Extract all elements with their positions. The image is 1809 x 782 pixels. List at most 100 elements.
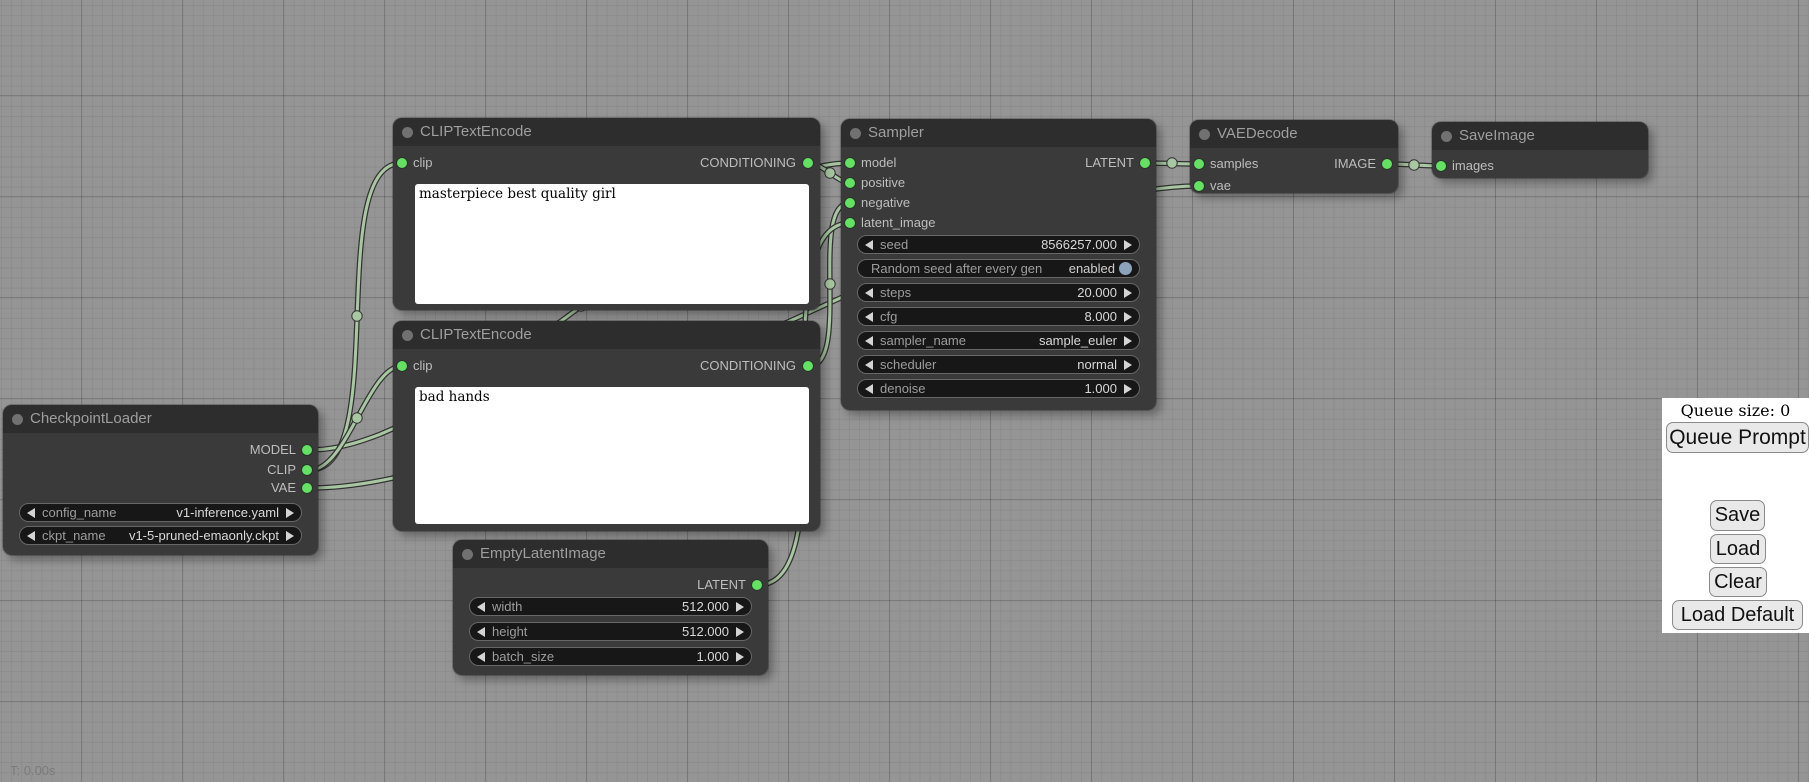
decrement-arrow-icon[interactable] — [865, 360, 873, 370]
node-title-bar[interactable]: CLIPTextEncode — [393, 118, 820, 146]
increment-arrow-icon[interactable] — [1124, 336, 1132, 346]
widget-label: denoise — [880, 381, 926, 396]
load-button[interactable]: Load — [1710, 534, 1766, 564]
increment-arrow-icon[interactable] — [1124, 312, 1132, 322]
output-port-latent[interactable] — [752, 580, 762, 590]
increment-arrow-icon[interactable] — [1124, 360, 1132, 370]
collapse-dot-icon[interactable] — [1441, 131, 1452, 142]
collapse-dot-icon[interactable] — [402, 127, 413, 138]
widget-label: cfg — [880, 309, 897, 324]
input-label-clip: clip — [413, 155, 433, 170]
output-label-clip: CLIP — [267, 462, 296, 477]
output-port-latent[interactable] — [1140, 158, 1150, 168]
widget-value: 1.000 — [696, 649, 729, 664]
widget-scheduler[interactable]: scheduler normal — [857, 355, 1140, 374]
node-title-bar[interactable]: VAEDecode — [1190, 120, 1398, 148]
increment-arrow-icon[interactable] — [286, 531, 294, 541]
output-port-conditioning[interactable] — [803, 361, 813, 371]
positive-prompt-textarea[interactable]: masterpiece best quality girl — [415, 184, 809, 304]
input-port-clip[interactable] — [397, 361, 407, 371]
save-button[interactable]: Save — [1710, 500, 1765, 531]
node-save-image[interactable]: SaveImage images — [1432, 122, 1648, 178]
node-editor-canvas[interactable]: T: 0.00s CheckpointLoader MODEL CLIP VAE… — [0, 0, 1809, 782]
widget-width[interactable]: width 512.000 — [469, 597, 752, 616]
node-title: Sampler — [868, 124, 924, 141]
widget-sampler-name[interactable]: sampler_name sample_euler — [857, 331, 1140, 350]
load-default-button[interactable]: Load Default — [1672, 600, 1803, 630]
widget-seed[interactable]: seed 8566257.000 — [857, 235, 1140, 254]
node-clip-text-encode-negative[interactable]: CLIPTextEncode clip CONDITIONING bad han… — [393, 321, 820, 531]
decrement-arrow-icon[interactable] — [477, 627, 485, 637]
widget-label: seed — [880, 237, 908, 252]
toggle-dot-icon[interactable] — [1119, 262, 1132, 275]
input-port-samples[interactable] — [1194, 159, 1204, 169]
input-port-images[interactable] — [1436, 161, 1446, 171]
input-port-vae[interactable] — [1194, 181, 1204, 191]
node-title-bar[interactable]: Sampler — [841, 119, 1156, 147]
collapse-dot-icon[interactable] — [12, 414, 23, 425]
output-port-image[interactable] — [1382, 159, 1392, 169]
collapse-dot-icon[interactable] — [402, 330, 413, 341]
decrement-arrow-icon[interactable] — [27, 531, 35, 541]
input-label-negative: negative — [861, 195, 910, 210]
node-title-bar[interactable]: EmptyLatentImage — [453, 540, 768, 568]
increment-arrow-icon[interactable] — [736, 602, 744, 612]
node-sampler[interactable]: Sampler model positive negative latent_i… — [841, 119, 1156, 410]
input-port-clip[interactable] — [397, 158, 407, 168]
node-clip-text-encode-positive[interactable]: CLIPTextEncode clip CONDITIONING masterp… — [393, 118, 820, 310]
decrement-arrow-icon[interactable] — [865, 312, 873, 322]
clear-button[interactable]: Clear — [1709, 567, 1767, 597]
widget-value: 8566257.000 — [1041, 237, 1117, 252]
widget-value: 20.000 — [1077, 285, 1117, 300]
decrement-arrow-icon[interactable] — [865, 288, 873, 298]
collapse-dot-icon[interactable] — [1199, 129, 1210, 140]
node-title: SaveImage — [1459, 127, 1535, 144]
increment-arrow-icon[interactable] — [736, 652, 744, 662]
widget-denoise[interactable]: denoise 1.000 — [857, 379, 1140, 398]
collapse-dot-icon[interactable] — [462, 549, 473, 560]
node-vae-decode[interactable]: VAEDecode samples vae IMAGE — [1190, 120, 1398, 193]
increment-arrow-icon[interactable] — [286, 508, 294, 518]
input-port-latent-image[interactable] — [845, 218, 855, 228]
increment-arrow-icon[interactable] — [736, 627, 744, 637]
output-label-vae: VAE — [271, 480, 296, 495]
increment-arrow-icon[interactable] — [1124, 384, 1132, 394]
queue-prompt-button[interactable]: Queue Prompt — [1666, 422, 1809, 453]
input-port-model[interactable] — [845, 158, 855, 168]
widget-steps[interactable]: steps 20.000 — [857, 283, 1140, 302]
widget-value: v1-5-pruned-emaonly.ckpt — [129, 528, 279, 543]
output-label-model: MODEL — [250, 442, 296, 457]
decrement-arrow-icon[interactable] — [477, 602, 485, 612]
output-port-conditioning[interactable] — [803, 158, 813, 168]
node-checkpoint-loader[interactable]: CheckpointLoader MODEL CLIP VAE config_n… — [3, 405, 318, 555]
decrement-arrow-icon[interactable] — [477, 652, 485, 662]
collapse-dot-icon[interactable] — [850, 128, 861, 139]
widget-batch-size[interactable]: batch_size 1.000 — [469, 647, 752, 666]
widget-random-seed-toggle[interactable]: Random seed after every gen enabled — [857, 259, 1140, 278]
input-port-negative[interactable] — [845, 198, 855, 208]
input-port-positive[interactable] — [845, 178, 855, 188]
node-empty-latent-image[interactable]: EmptyLatentImage LATENT width 512.000 he… — [453, 540, 768, 675]
widget-cfg[interactable]: cfg 8.000 — [857, 307, 1140, 326]
node-title-bar[interactable]: CheckpointLoader — [3, 405, 318, 433]
increment-arrow-icon[interactable] — [1124, 240, 1132, 250]
output-port-model[interactable] — [302, 445, 312, 455]
input-label-clip: clip — [413, 358, 433, 373]
widget-height[interactable]: height 512.000 — [469, 622, 752, 641]
widget-config-name[interactable]: config_name v1-inference.yaml — [19, 503, 302, 522]
decrement-arrow-icon[interactable] — [865, 384, 873, 394]
negative-prompt-textarea[interactable]: bad hands — [415, 387, 809, 524]
render-time-label: T: 0.00s — [10, 763, 56, 778]
output-port-clip[interactable] — [302, 465, 312, 475]
output-port-vae[interactable] — [302, 483, 312, 493]
node-title: EmptyLatentImage — [480, 545, 606, 562]
widget-value: 8.000 — [1084, 309, 1117, 324]
decrement-arrow-icon[interactable] — [27, 508, 35, 518]
input-label-images: images — [1452, 158, 1494, 173]
widget-ckpt-name[interactable]: ckpt_name v1-5-pruned-emaonly.ckpt — [19, 526, 302, 545]
increment-arrow-icon[interactable] — [1124, 288, 1132, 298]
decrement-arrow-icon[interactable] — [865, 240, 873, 250]
node-title-bar[interactable]: CLIPTextEncode — [393, 321, 820, 349]
decrement-arrow-icon[interactable] — [865, 336, 873, 346]
node-title-bar[interactable]: SaveImage — [1432, 122, 1648, 150]
